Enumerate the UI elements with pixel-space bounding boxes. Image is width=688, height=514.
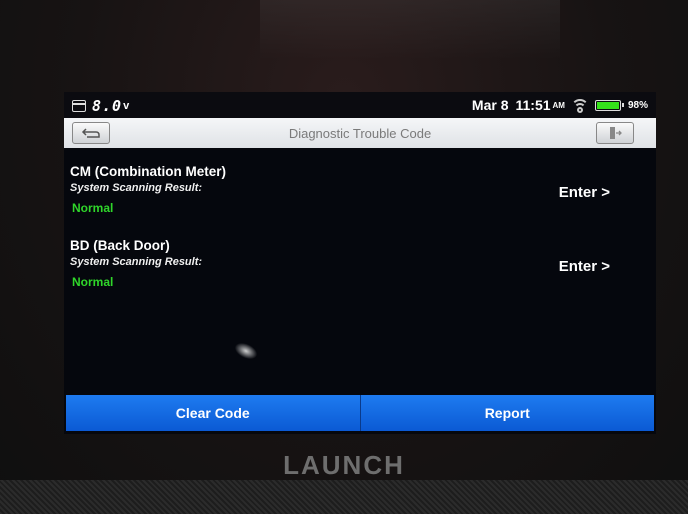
system-status: Normal bbox=[72, 201, 114, 215]
action-bar: Clear Code Report bbox=[66, 395, 654, 431]
exit-button[interactable] bbox=[596, 122, 634, 144]
battery-fill bbox=[596, 101, 619, 109]
wifi-icon bbox=[570, 99, 589, 113]
bezel-glare bbox=[260, 0, 560, 60]
system-scan-label: System Scanning Result: bbox=[70, 182, 203, 194]
status-bar-right: Mar 8 11:51 AM 98% bbox=[472, 97, 648, 113]
status-date: Mar 8 bbox=[471, 97, 509, 113]
status-bar-left: 8.0 v bbox=[72, 97, 129, 115]
case-texture bbox=[0, 480, 688, 514]
device-screen: 8.0 v Mar 8 11:51 AM 98% Diagnostic Trou… bbox=[64, 92, 656, 434]
page-title: Diagnostic Trouble Code bbox=[288, 126, 432, 141]
enter-button-cm[interactable]: Enter > bbox=[559, 184, 610, 201]
battery-percent: 98% bbox=[627, 99, 648, 111]
battery-icon bbox=[594, 99, 624, 111]
system-scan-label: System Scanning Result: bbox=[70, 256, 203, 268]
status-ampm: AM bbox=[552, 100, 565, 110]
system-name: CM (Combination Meter) bbox=[70, 164, 226, 179]
title-bar: Diagnostic Trouble Code bbox=[64, 118, 656, 148]
device-bezel: 8.0 v Mar 8 11:51 AM 98% Diagnostic Trou… bbox=[0, 0, 688, 514]
screen-glare bbox=[232, 339, 260, 363]
brand-logo: LAUNCH bbox=[283, 450, 405, 480]
voltage-readout: 8.0 bbox=[92, 97, 123, 115]
status-time: 11:51 bbox=[515, 97, 551, 113]
system-item-cm: CM (Combination Meter) System Scanning R… bbox=[70, 164, 650, 228]
system-name: BD (Back Door) bbox=[70, 238, 170, 253]
report-button[interactable]: Report bbox=[359, 395, 654, 431]
exit-door-icon bbox=[610, 127, 622, 139]
enter-button-bd[interactable]: Enter > bbox=[559, 258, 610, 275]
voltage-unit: v bbox=[123, 100, 130, 112]
system-item-bd: BD (Back Door) System Scanning Result: N… bbox=[70, 238, 650, 302]
clear-code-button[interactable]: Clear Code bbox=[66, 395, 360, 431]
status-bar: 8.0 v Mar 8 11:51 AM 98% bbox=[64, 92, 656, 118]
calendar-icon bbox=[72, 100, 86, 112]
system-status: Normal bbox=[72, 275, 114, 289]
